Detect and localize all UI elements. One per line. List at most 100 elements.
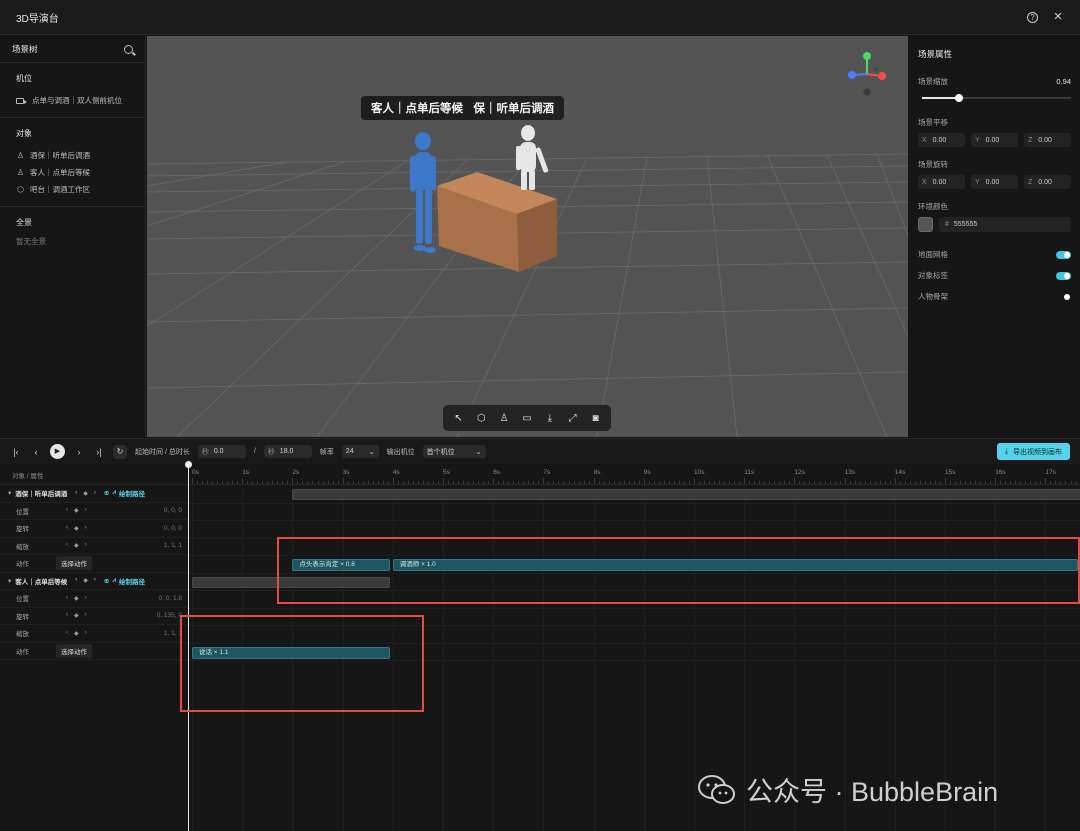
ruler-minor-tick <box>729 481 731 484</box>
download-icon[interactable]: ⤓ <box>543 412 556 425</box>
fullscreen-icon[interactable]: ⤢ <box>566 412 579 425</box>
track-span-bar[interactable] <box>292 489 1080 500</box>
chevron-down-icon: ▾ <box>8 577 12 585</box>
start-time-input[interactable]: 秒 0.0 <box>197 445 246 458</box>
ruler-minor-tick <box>468 481 470 484</box>
fps-select[interactable]: 24 ⌄ <box>341 445 379 458</box>
tree-item-counter[interactable]: ⬡ 吧台｜调酒工作区 <box>16 181 133 198</box>
ruler-minor-tick <box>919 481 921 484</box>
ruler-minor-tick <box>1040 481 1042 484</box>
ruler-minor-tick <box>809 481 811 484</box>
ruler-minor-tick <box>799 481 801 484</box>
ruler-minor-tick <box>302 481 304 484</box>
choose-action-button[interactable]: 选择动作 <box>56 643 92 658</box>
objects-section: 对象 ♙ 酒保｜听单后调酒 ♙ 客人｜点单后等候 ⬡ 吧台｜调酒工作区 <box>0 118 145 207</box>
ruler-minor-tick <box>970 481 972 484</box>
ruler-minor-tick <box>437 481 439 484</box>
track-group-bartender[interactable]: ▾ 酒保｜听单后调酒 ‹ ◆ › ⊕ ⩘ 绘制路径 <box>0 485 188 503</box>
rotate-x-field[interactable]: X 0.00 <box>918 175 965 189</box>
ruler-minor-tick <box>458 481 460 484</box>
ruler-minor-tick <box>683 481 685 484</box>
ruler-minor-tick <box>1000 481 1002 484</box>
rotate-z-field[interactable]: Z 0.00 <box>1024 175 1071 189</box>
ruler-tick-label: 10s <box>694 469 705 476</box>
select-icon[interactable]: ↖ <box>452 412 465 425</box>
output-camera-select[interactable]: 首个机位 ⌄ <box>422 445 486 458</box>
color-hex-input[interactable]: # 555555 <box>939 217 1071 232</box>
search-icon[interactable] <box>124 44 133 54</box>
ruler-minor-tick <box>478 481 480 484</box>
ruler-minor-tick <box>553 481 555 484</box>
ruler-minor-tick <box>212 481 214 484</box>
playhead-handle[interactable] <box>185 461 192 468</box>
skip-start-icon[interactable]: |‹ <box>10 445 22 459</box>
track-row: 缩放 ‹ ◆ › 1, 1, 1 <box>0 538 188 555</box>
labels-toggle[interactable] <box>1056 271 1071 280</box>
ruler-minor-tick <box>899 481 901 484</box>
scale-slider[interactable] <box>922 93 1071 103</box>
ruler-minor-tick <box>202 481 204 484</box>
ruler-minor-tick <box>578 481 580 484</box>
ruler-minor-tick <box>1005 481 1007 484</box>
objects-title: 对象 <box>16 129 32 138</box>
ruler-minor-tick <box>262 481 264 484</box>
choose-action-button[interactable]: 选择动作 <box>56 556 92 571</box>
draw-path-button[interactable]: 绘制路径 <box>119 488 145 498</box>
ruler-minor-tick <box>252 481 254 484</box>
color-swatch[interactable] <box>918 217 933 232</box>
ruler-minor-tick <box>573 481 575 484</box>
ruler-minor-tick <box>277 481 279 484</box>
play-button[interactable]: ▶ <box>50 444 65 459</box>
time-ruler[interactable]: 0s 1s 2s 3s 4s 5s 6s 7s 8s 9s 10s 11s 12s 13s 14s 15s 16… <box>190 465 1080 485</box>
duration-input[interactable]: 秒 18.0 <box>263 445 312 458</box>
ruler-minor-tick <box>312 481 314 484</box>
grid-toggle[interactable] <box>1056 250 1071 259</box>
ruler-minor-tick <box>889 481 891 484</box>
axis-gizmo[interactable] <box>846 50 888 98</box>
translate-x-field[interactable]: X 0.00 <box>918 133 965 147</box>
track-group-customer[interactable]: ▾ 客人｜点单后等候 ‹ ◆ › ⊕ ⩘ 绘制路径 <box>0 573 188 590</box>
ruler-minor-tick <box>939 481 941 484</box>
export-video-button[interactable]: ⤓ 导出视频到画布 <box>996 443 1070 460</box>
ruler-minor-tick <box>543 478 545 484</box>
cube-icon[interactable]: ⬡ <box>475 412 488 425</box>
translate-y-field[interactable]: Y 0.00 <box>971 133 1018 147</box>
ruler-minor-tick <box>929 481 931 484</box>
ruler-minor-tick <box>453 481 455 484</box>
ruler-minor-tick <box>232 481 234 484</box>
ruler-minor-tick <box>734 481 736 484</box>
close-icon[interactable]: ✕ <box>1052 11 1064 23</box>
ruler-minor-tick <box>1030 481 1032 484</box>
slider-thumb[interactable] <box>954 94 963 102</box>
help-icon[interactable]: ? <box>1027 11 1038 23</box>
rotate-label: 场景旋转 <box>918 160 948 169</box>
ruler-minor-tick <box>744 478 746 484</box>
prev-icon[interactable]: ‹ <box>30 445 42 459</box>
3d-viewport[interactable]: 客人｜点单后等候 酒保｜听单后调酒 ↖ ⬡ ♙ ▭ ⤓ ⤢ ◙ <box>147 36 908 437</box>
ruler-minor-tick <box>623 481 625 484</box>
draw-path-button[interactable]: 绘制路径 <box>119 576 145 586</box>
chevron-down-icon: ▾ <box>8 490 12 498</box>
person-icon[interactable]: ♙ <box>498 412 511 425</box>
skip-end-icon[interactable]: ›| <box>93 445 105 459</box>
rotate-y-field[interactable]: Y 0.00 <box>971 175 1018 189</box>
timeline-header-label: 对象 / 属性 <box>0 465 188 485</box>
screenshot-icon[interactable]: ◙ <box>589 412 602 425</box>
tree-item-bartender[interactable]: ♙ 酒保｜听单后调酒 <box>16 147 133 164</box>
ruler-tick-label: 1s <box>242 469 250 476</box>
camera-icon <box>16 97 27 104</box>
track-row: 动作 选择动作 <box>0 643 188 660</box>
next-icon[interactable]: › <box>73 445 85 459</box>
translate-z-field[interactable]: Z 0.00 <box>1024 133 1071 147</box>
ruler-minor-tick <box>528 481 530 484</box>
skeleton-toggle[interactable] <box>1056 293 1071 301</box>
loop-button[interactable]: ↻ <box>113 444 127 459</box>
camera-icon[interactable]: ▭ <box>520 412 533 425</box>
tree-item-customer[interactable]: ♙ 客人｜点单后等候 <box>16 164 133 181</box>
ruler-minor-tick <box>483 481 485 484</box>
ruler-minor-tick <box>307 481 309 484</box>
tree-item-camera[interactable]: 点单与调酒｜双人侧前机位 <box>16 92 133 109</box>
ruler-minor-tick <box>498 481 500 484</box>
ruler-minor-tick <box>583 481 585 484</box>
ruler-minor-tick <box>904 481 906 484</box>
